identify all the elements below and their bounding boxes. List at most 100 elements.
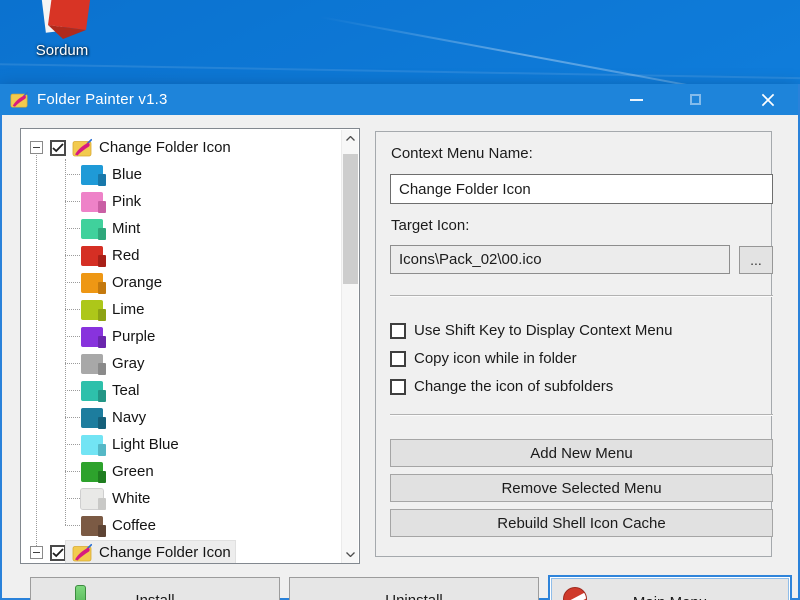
install-button[interactable]: Install <box>30 577 280 600</box>
main-menu-button-label: Main Menu <box>550 594 790 600</box>
context-menu-name-value: Change Folder Icon <box>399 180 531 198</box>
tree-item-blue[interactable]: Blue <box>65 161 339 188</box>
maximize-icon <box>689 94 701 105</box>
folder-icon <box>81 461 106 483</box>
minimize-icon <box>629 98 643 101</box>
folder-icon <box>81 353 106 375</box>
tree-root-checkbox[interactable] <box>50 544 66 561</box>
tree-root-label: Change Folder Icon <box>99 544 231 561</box>
tree-item-pink[interactable]: Pink <box>65 188 339 215</box>
scroll-down-icon[interactable] <box>342 546 359 563</box>
separator <box>390 295 773 297</box>
folder-icon <box>81 515 106 537</box>
tree-item-label: Green <box>112 463 154 480</box>
checkmark-icon <box>52 547 64 557</box>
menu-tree-panel: Change Folder Icon Blue Pink Mint Red Or… <box>20 128 360 564</box>
tree-item-navy[interactable]: Navy <box>65 404 339 431</box>
folder-icon <box>81 191 106 213</box>
folder-painter-window: Folder Painter v1.3 Change Folder Icon B… <box>0 84 800 600</box>
tree-item-label: Light Blue <box>112 436 179 453</box>
folder-icon <box>81 218 106 240</box>
tree-item-label: Pink <box>112 193 142 210</box>
checkbox-box[interactable] <box>390 322 406 339</box>
tree-item-label: Purple <box>112 328 156 345</box>
folder-icon <box>81 164 106 186</box>
rebuild-shell-icon-cache-button[interactable]: Rebuild Shell Icon Cache <box>390 509 773 537</box>
close-icon <box>761 93 775 106</box>
scroll-up-icon[interactable] <box>342 130 359 147</box>
uninstall-button-label: Uninstall <box>290 592 538 600</box>
tree-root-checkbox[interactable] <box>50 139 66 156</box>
folder-icon <box>81 326 106 348</box>
tree-item-coffee[interactable]: Coffee <box>65 512 339 539</box>
separator <box>390 414 773 416</box>
main-menu-button[interactable]: Main Menu <box>548 575 792 600</box>
uninstall-button[interactable]: Uninstall <box>289 577 539 600</box>
folder-icon <box>81 380 106 402</box>
tree-children: Blue Pink Mint Red Orange Lime Purple Gr… <box>21 161 339 539</box>
tree-item-mint[interactable]: Mint <box>65 215 339 242</box>
sordum-folder-icon <box>40 0 91 39</box>
install-button-label: Install <box>31 592 279 600</box>
remove-selected-menu-button[interactable]: Remove Selected Menu <box>390 474 773 502</box>
settings-group-box: Context Menu Name: Change Folder Icon Ta… <box>375 131 773 557</box>
tree-item-label: Mint <box>112 220 141 237</box>
checkmark-icon <box>52 142 64 152</box>
checkbox-use-shift-key[interactable]: Use Shift Key to Display Context Menu <box>390 322 672 339</box>
checkbox-box[interactable] <box>390 350 406 367</box>
folder-icon <box>81 407 106 429</box>
tree-item-label: Lime <box>112 301 145 318</box>
scrollbar-thumb[interactable] <box>343 154 358 284</box>
tree-item-lime[interactable]: Lime <box>65 296 339 323</box>
folder-painter-icon <box>72 543 92 561</box>
tree-item-light-blue[interactable]: Light Blue <box>65 431 339 458</box>
checkbox-label: Change the icon of subfolders <box>414 378 614 395</box>
tree-scrollbar[interactable] <box>341 130 358 563</box>
context-menu-name-label: Context Menu Name: <box>391 145 533 162</box>
checkbox-change-subfolders[interactable]: Change the icon of subfolders <box>390 378 613 395</box>
desktop-icon-sordum[interactable]: Sordum <box>14 0 110 59</box>
tree-item-green[interactable]: Green <box>65 458 339 485</box>
selected-row-highlight: Change Folder Icon <box>65 539 236 563</box>
target-icon-value: Icons\Pack_02\00.ico <box>399 251 542 268</box>
maximize-button[interactable] <box>672 84 718 115</box>
folder-icon <box>81 434 106 456</box>
tree-item-white[interactable]: White <box>65 485 339 512</box>
tree-item-label: White <box>112 490 151 507</box>
tree-item-label: Teal <box>112 382 140 399</box>
collapse-icon[interactable] <box>30 141 43 154</box>
collapse-icon[interactable] <box>30 546 43 559</box>
checkbox-label: Use Shift Key to Display Context Menu <box>414 322 673 339</box>
target-icon-input[interactable]: Icons\Pack_02\00.ico <box>390 245 730 274</box>
tree-item-label: Blue <box>112 166 143 183</box>
desktop-icon-label: Sordum <box>35 42 89 59</box>
tree-root-change-folder-icon-1[interactable]: Change Folder Icon <box>21 134 339 161</box>
tree-item-teal[interactable]: Teal <box>65 377 339 404</box>
tree-item-label: Navy <box>112 409 147 426</box>
tree-item-label: Gray <box>112 355 145 372</box>
app-icon <box>10 91 28 108</box>
minimize-button[interactable] <box>613 84 659 115</box>
context-menu-name-input[interactable]: Change Folder Icon <box>390 174 773 204</box>
browse-button[interactable]: ... <box>739 246 773 274</box>
tree-item-red[interactable]: Red <box>65 242 339 269</box>
tree-root-change-folder-icon-2[interactable]: Change Folder Icon <box>21 539 339 563</box>
folder-icon <box>81 299 106 321</box>
checkbox-box[interactable] <box>390 378 406 395</box>
tree-root-label: Change Folder Icon <box>99 139 231 156</box>
checkbox-copy-icon[interactable]: Copy icon while in folder <box>390 350 577 367</box>
tree-item-label: Red <box>112 247 140 264</box>
folder-painter-icon <box>72 138 92 156</box>
folder-icon <box>81 272 106 294</box>
checkbox-label: Copy icon while in folder <box>414 350 577 367</box>
tree-item-label: Coffee <box>112 517 156 534</box>
tree-item-gray[interactable]: Gray <box>65 350 339 377</box>
window-title: Folder Painter v1.3 <box>37 91 168 108</box>
target-icon-label: Target Icon: <box>391 217 470 234</box>
menu-tree: Change Folder Icon Blue Pink Mint Red Or… <box>21 129 339 563</box>
tree-item-purple[interactable]: Purple <box>65 323 339 350</box>
add-new-menu-button[interactable]: Add New Menu <box>390 439 773 467</box>
tree-item-label: Orange <box>112 274 163 291</box>
tree-item-orange[interactable]: Orange <box>65 269 339 296</box>
close-button[interactable] <box>745 84 791 115</box>
